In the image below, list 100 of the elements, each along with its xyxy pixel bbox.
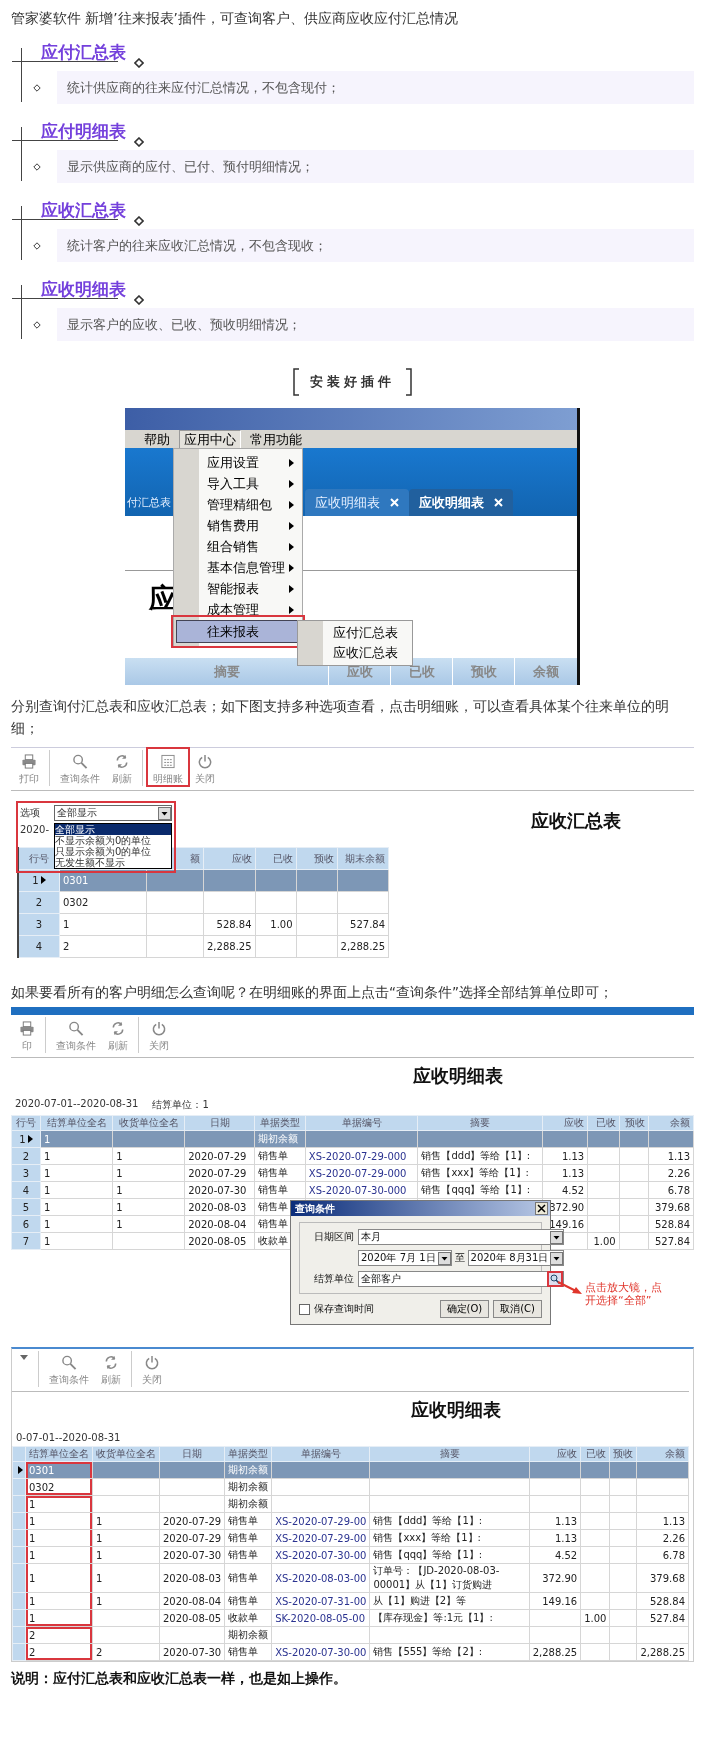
- toolbar-button[interactable]: 刷新: [102, 1015, 134, 1053]
- table-row[interactable]: 2 2 2020-07-30 销售单 XS-2020-07-30-00 销售【555】等给【2】: 2,288.25 2,288.25: [12, 1643, 689, 1661]
- tab[interactable]: 应收明细表: [305, 489, 409, 516]
- date-picker[interactable]: 2020年 8月31日: [467, 1250, 565, 1266]
- table-cell: 1: [92, 1563, 160, 1593]
- refresh-icon: [110, 1021, 126, 1036]
- table-row[interactable]: 3 1 1 2020-07-29 销售单 XS-2020-07-29-000 销售【xxx】等给【1】: 1.13 2.26: [11, 1164, 694, 1182]
- refresh-icon: [114, 754, 130, 769]
- menu-bar-item[interactable]: 常用功能: [245, 429, 307, 449]
- section-title: 应付明细表: [41, 120, 126, 143]
- toolbar-button[interactable]: 查询条件: [50, 1015, 102, 1053]
- table-cell: 1: [92, 1546, 160, 1564]
- table-cell: 销售【555】等给【2】:: [369, 1643, 530, 1661]
- toolbar-button[interactable]: 查询条件: [43, 1349, 95, 1387]
- search-button[interactable]: [547, 1271, 564, 1287]
- table-cell: 2.26: [648, 1164, 694, 1182]
- toolbar-button[interactable]: 关闭: [143, 1015, 175, 1053]
- table-cell: 379.68: [648, 1198, 694, 1216]
- table-row[interactable]: 2 期初余额: [12, 1626, 689, 1644]
- table-row[interactable]: 4 2 2,288.25 2,288.25: [18, 935, 389, 958]
- unit-field[interactable]: 全部客户: [358, 1271, 565, 1287]
- table-cell: XS-2020-07-30-00: [271, 1546, 370, 1564]
- table-cell: 2020-07-29: [184, 1164, 255, 1182]
- search-icon: [550, 1274, 561, 1284]
- menu-bar-item[interactable]: 帮助: [139, 429, 175, 449]
- table-cell: 528.84: [636, 1592, 689, 1610]
- dropdown-option[interactable]: 不显示余额为0的单位: [55, 835, 171, 846]
- menu-item[interactable]: 导入工具: [174, 473, 302, 494]
- menu-item[interactable]: 管理精细包: [174, 494, 302, 515]
- tab[interactable]: 应收明细表: [409, 489, 513, 516]
- toolbar-button[interactable]: 打印: [13, 748, 45, 786]
- table-cell: 销售单: [224, 1643, 272, 1661]
- table-cell: 期初余额: [224, 1478, 272, 1496]
- menu-item[interactable]: 成本管理: [174, 599, 302, 620]
- table-cell: 2020-08-04: [159, 1592, 225, 1610]
- table-row[interactable]: 1 1 2020-08-04 销售单 XS-2020-07-31-00 从【1】购进【2】等 149.16 528.84: [12, 1592, 689, 1610]
- menu-item[interactable]: 智能报表: [174, 578, 302, 599]
- table-cell: 1: [25, 1609, 93, 1627]
- toolbar-button[interactable]: 刷新: [95, 1349, 127, 1387]
- table-row[interactable]: 1 2020-08-05 收款单 SK-2020-08-05-00 【库存现金】等:1元【1】: 1.00 527.84: [12, 1609, 689, 1627]
- row-number: 2: [22, 1150, 30, 1162]
- table-row[interactable]: 1 1 2020-07-29 销售单 XS-2020-07-29-00 销售【ddd】等给【1】: 1.13 1.13: [12, 1512, 689, 1530]
- table-row[interactable]: 3 1 528.84 1.00 527.84: [18, 913, 389, 936]
- table-cell: 1: [40, 1198, 113, 1216]
- menu-item[interactable]: 销售费用: [174, 515, 302, 536]
- checkbox-label: 保存查询时间: [314, 1302, 375, 1316]
- table-cell: 4.52: [529, 1546, 581, 1564]
- checkbox[interactable]: [299, 1303, 310, 1315]
- menu-item[interactable]: 应付汇总表: [298, 623, 412, 643]
- menu-item[interactable]: 应用设置: [174, 452, 302, 473]
- toolbar-button[interactable]: 查询条件: [54, 748, 106, 786]
- table-row[interactable]: 0302 期初余额: [12, 1478, 689, 1496]
- table-row[interactable]: 1 1 期初余额: [11, 1130, 694, 1148]
- column-header: 单据编号: [305, 1115, 418, 1131]
- table-cell: 2020-08-05: [159, 1609, 225, 1627]
- table-row[interactable]: 2 1 1 2020-07-29 销售单 XS-2020-07-29-000 销售【ddd】等给【1】: 1.13 1.13: [11, 1147, 694, 1165]
- toolbar-button[interactable]: 刷新: [106, 748, 138, 786]
- table-cell: 527.84: [337, 913, 389, 936]
- table-cell: 1.00: [255, 913, 297, 936]
- toolbar-button[interactable]: 关闭: [189, 748, 221, 786]
- table-cell: 1: [92, 1592, 160, 1610]
- section-text: 统计供应商的往来应付汇总情况，不包含现付；: [57, 71, 694, 104]
- dropdown-option[interactable]: 全部显示: [55, 824, 171, 835]
- option-select[interactable]: 全部显示: [54, 805, 172, 821]
- report-title: 应收汇总表: [531, 809, 621, 833]
- dialog-button[interactable]: 取消(C): [493, 1300, 542, 1318]
- table-row[interactable]: 1 期初余额: [12, 1495, 689, 1513]
- date-picker[interactable]: 2020年 7月 1日: [358, 1250, 452, 1266]
- close-button[interactable]: [535, 1202, 548, 1215]
- report-title: 应收明细表: [409, 1398, 502, 1422]
- table-cell: 1.13: [529, 1529, 581, 1547]
- toolbar-button[interactable]: 明细账: [147, 748, 189, 786]
- toolbar-button[interactable]: 关闭: [136, 1349, 168, 1387]
- toolbar-button[interactable]: 印: [13, 1015, 41, 1053]
- submenu-arrow-icon: [289, 542, 294, 551]
- column-header: 单据编号: [271, 1446, 370, 1462]
- paragraph: 如果要看所有的客户明细怎么查询呢？在明细账的界面上点击“查询条件”选择全部结算单位即可；: [11, 983, 614, 1002]
- column-header: 摘要: [417, 1115, 543, 1131]
- tab[interactable]: 付汇总表: [125, 489, 173, 516]
- row-pointer-icon: [27, 1134, 33, 1143]
- column-header: 应收: [542, 1115, 588, 1131]
- table-cell: 1: [112, 1198, 185, 1216]
- section-text: 显示供应商的应付、已付、预付明细情况；: [57, 150, 694, 183]
- table-row[interactable]: 4 1 1 2020-07-30 销售单 XS-2020-07-30-000 销售【qqq】等给【1】: 4.52 6.78: [11, 1181, 694, 1199]
- table-row[interactable]: 1 1 2020-07-29 销售单 XS-2020-07-29-00 销售【xxx】等给【1】: 1.13 2.26: [12, 1529, 689, 1547]
- bracket-icon: [293, 368, 300, 396]
- diamond-icon: [33, 83, 41, 92]
- date-range-select[interactable]: 本月: [358, 1229, 565, 1245]
- field-label: 选项: [20, 806, 41, 820]
- table-cell: 1: [40, 1147, 113, 1165]
- table-cell: 1: [40, 1215, 113, 1233]
- dialog-button[interactable]: 确定(O): [439, 1300, 490, 1318]
- row-number: 4: [22, 1184, 30, 1196]
- submenu-arrow-icon: [289, 500, 294, 509]
- menu-item[interactable]: 基本信息管理: [174, 557, 302, 578]
- menu-item[interactable]: 组合销售: [174, 536, 302, 557]
- table-row[interactable]: 1 0301: [18, 869, 389, 892]
- table-row[interactable]: 2 0302: [18, 891, 389, 914]
- table-row[interactable]: 1 1 2020-07-30 销售单 XS-2020-07-30-00 销售【qqq】等给【1】: 4.52 6.78: [12, 1546, 689, 1564]
- table-cell: 1.13: [648, 1147, 694, 1165]
